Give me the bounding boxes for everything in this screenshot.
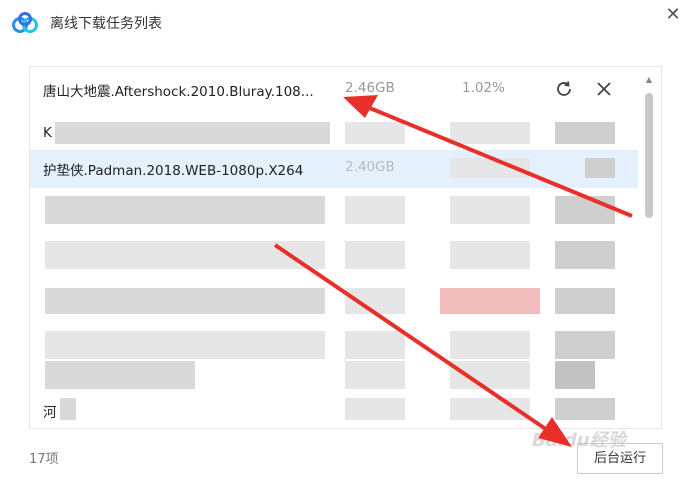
blurred-text	[45, 196, 325, 224]
task-name: 河	[43, 405, 57, 421]
blurred-text	[450, 361, 530, 389]
blurred-text	[450, 158, 530, 178]
blurred-text	[45, 241, 325, 269]
vertical-scrollbar[interactable]: ▲	[644, 75, 654, 420]
window-title: 离线下载任务列表	[50, 16, 162, 32]
baidu-watermark: Baidu经验	[532, 430, 626, 451]
blurred-text	[585, 158, 615, 178]
blurred-text	[450, 398, 530, 420]
task-row-selected[interactable]: 护垫侠.Padman.2018.WEB-1080p.X264 2.40GB	[30, 150, 638, 188]
blurred-text	[45, 288, 325, 314]
task-row[interactable]: 河	[30, 388, 638, 428]
task-progress: 1.02%	[462, 80, 505, 96]
blurred-text	[60, 398, 76, 420]
blurred-text	[555, 398, 615, 420]
blurred-status	[440, 288, 540, 314]
blurred-text	[345, 122, 405, 144]
blurred-text	[345, 241, 405, 269]
task-row[interactable]: 唐山大地震.Aftershock.2010.Bluray.108... 2.46…	[30, 67, 638, 112]
delete-task-icon[interactable]	[593, 78, 615, 100]
refresh-icon[interactable]	[553, 78, 575, 100]
window-close-icon[interactable]: ✕	[663, 5, 683, 25]
task-row[interactable]	[30, 188, 638, 233]
blurred-text	[345, 361, 405, 389]
blurred-text	[555, 361, 595, 389]
blurred-text	[555, 122, 615, 144]
scroll-up-arrow-icon[interactable]: ▲	[644, 75, 654, 85]
blurred-text	[555, 288, 615, 314]
task-name: 护垫侠.Padman.2018.WEB-1080p.X264	[43, 163, 304, 179]
blurred-text	[450, 241, 530, 269]
task-row[interactable]	[30, 233, 638, 278]
baidu-netdisk-logo-icon	[12, 12, 38, 33]
task-size: 2.46GB	[345, 80, 395, 96]
task-list: 唐山大地震.Aftershock.2010.Bluray.108... 2.46…	[29, 66, 662, 429]
title-bar: 离线下载任务列表 ✕	[0, 0, 690, 46]
blurred-text	[345, 288, 405, 314]
task-row[interactable]	[30, 278, 638, 323]
blurred-text	[55, 122, 330, 144]
task-name: 唐山大地震.Aftershock.2010.Bluray.108...	[43, 84, 314, 100]
blurred-text	[450, 196, 530, 224]
blurred-text	[555, 241, 615, 269]
scroll-thumb[interactable]	[645, 93, 653, 218]
blurred-text	[345, 196, 405, 224]
blurred-text	[450, 122, 530, 144]
blurred-text	[345, 398, 405, 420]
blurred-text	[555, 196, 615, 224]
task-name: K	[43, 125, 52, 141]
task-count: 17项	[29, 452, 59, 467]
blurred-text	[45, 361, 195, 389]
task-size: 2.40GB	[345, 159, 395, 175]
